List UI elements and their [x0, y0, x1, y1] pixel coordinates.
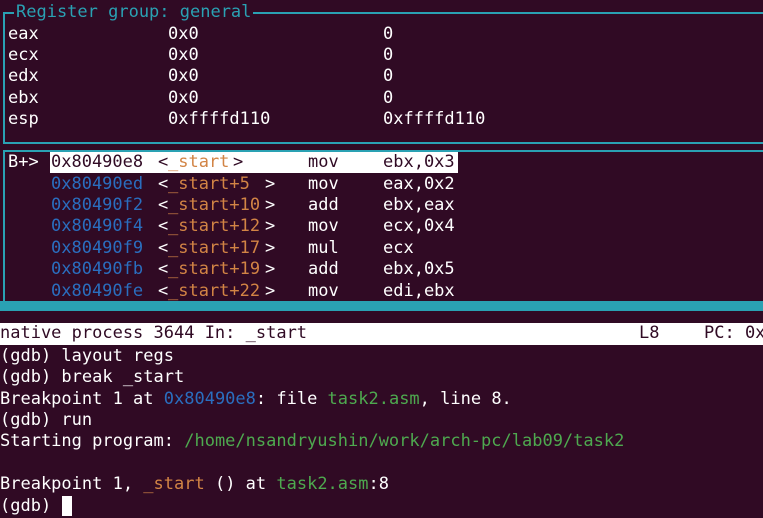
asm-symbol-close: >: [265, 281, 276, 301]
asm-opcode: add: [308, 195, 339, 215]
breakpoint-marker: B+>: [8, 152, 39, 172]
asm-operands: ecx: [383, 238, 414, 258]
asm-symbol: _start+5: [168, 174, 250, 194]
asm-address[interactable]: 0x80490fe: [51, 281, 143, 302]
asm-operands: eax,0x2: [383, 174, 455, 194]
asm-address[interactable]: 0x80490f9: [51, 238, 143, 259]
asm-symbol: _start+22: [168, 281, 261, 301]
console-line: Starting program: /home/nsandryushin/wor…: [0, 431, 625, 451]
asm-address[interactable]: 0x80490ed: [51, 174, 143, 195]
asm-opcode: mov: [308, 174, 339, 194]
panel-gap: [0, 311, 763, 323]
console-line: (gdb) layout regs: [0, 346, 174, 366]
register-hex-ecx: 0x0: [168, 45, 199, 65]
asm-symbol: _start+10: [168, 195, 261, 215]
asm-symbol-open: <: [158, 281, 169, 301]
asm-address[interactable]: 0x80490f2: [51, 195, 143, 216]
asm-symbol-open: <: [158, 174, 169, 194]
register-value-eax: 0: [383, 24, 394, 44]
status-process: native process 3644 In: _start: [0, 323, 308, 343]
asm-symbol-close: >: [265, 238, 276, 258]
command-prompt[interactable]: (gdb): [0, 496, 61, 517]
asm-address[interactable]: 0x80490f4: [51, 216, 143, 237]
asm-opcode: mov: [308, 216, 339, 236]
console-line: Breakpoint 1 at 0x80490e8: file task2.as…: [0, 389, 512, 409]
console-line: (gdb) run: [0, 410, 93, 430]
register-hex-edx: 0x0: [168, 66, 199, 86]
register-value-esp: 0xffffd110: [383, 109, 486, 129]
asm-symbol-open: <: [158, 238, 169, 258]
asm-symbol-open: <: [158, 152, 169, 172]
register-name-edx: edx: [8, 66, 39, 86]
register-hex-esp: 0xffffd110: [168, 109, 271, 129]
asm-operands: ebx,eax: [383, 195, 455, 215]
asm-symbol-close: >: [233, 152, 244, 172]
asm-operands: ecx,0x4: [383, 216, 455, 236]
register-name-ecx: ecx: [8, 45, 39, 65]
status-pc: PC: 0x: [704, 323, 763, 343]
asm-opcode: add: [308, 259, 339, 279]
assembly-panel-border: [0, 301, 763, 311]
register-name-ebx: ebx: [8, 88, 39, 108]
register-panel-title: Register group: general: [14, 2, 254, 24]
asm-symbol: _start+19: [168, 259, 261, 279]
register-value-ecx: 0: [383, 45, 394, 65]
asm-operands: ebx,0x5: [383, 259, 455, 279]
asm-opcode: mov: [308, 281, 339, 301]
asm-opcode: mov: [308, 152, 339, 172]
register-hex-ebx: 0x0: [168, 88, 199, 108]
asm-address[interactable]: 0x80490fb: [51, 259, 143, 280]
asm-address[interactable]: 0x80490e8: [51, 152, 143, 173]
asm-symbol: _start: [168, 152, 230, 172]
console-line: (gdb) break _start: [0, 367, 185, 387]
asm-symbol-open: <: [158, 216, 169, 236]
asm-symbol-open: <: [158, 259, 169, 279]
asm-symbol-close: >: [265, 195, 276, 215]
asm-symbol-close: >: [265, 174, 276, 194]
register-name-esp: esp: [8, 109, 39, 129]
asm-opcode: mul: [308, 238, 339, 258]
text-cursor[interactable]: [62, 496, 72, 516]
status-line: L8: [639, 323, 660, 343]
register-value-ebx: 0: [383, 88, 394, 108]
register-hex-eax: 0x0: [168, 24, 199, 44]
asm-operands: edi,ebx: [383, 281, 455, 301]
asm-operands: ebx,0x3: [383, 152, 455, 172]
status-bar: native process 3644 In: _start L8 PC: 0x: [0, 323, 763, 345]
asm-symbol: _start+17: [168, 238, 261, 258]
console-line: Breakpoint 1, _start () at task2.asm:8: [0, 474, 389, 494]
asm-symbol-open: <: [158, 195, 169, 215]
asm-symbol-close: >: [265, 216, 276, 236]
asm-symbol: _start+12: [168, 216, 261, 236]
register-name-eax: eax: [8, 24, 39, 44]
asm-symbol-close: >: [265, 259, 276, 279]
register-value-edx: 0: [383, 66, 394, 86]
